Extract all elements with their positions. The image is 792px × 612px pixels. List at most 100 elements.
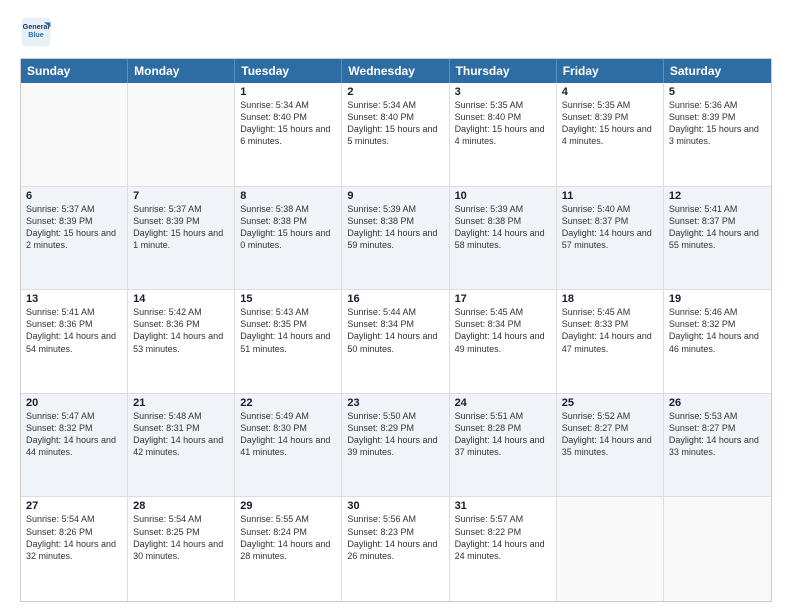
day-number: 18 — [562, 293, 658, 305]
day-info: Sunrise: 5:36 AMSunset: 8:39 PMDaylight:… — [669, 99, 766, 148]
day-header-friday: Friday — [557, 59, 664, 83]
calendar: SundayMondayTuesdayWednesdayThursdayFrid… — [20, 58, 772, 602]
day-cell-30: 30Sunrise: 5:56 AMSunset: 8:23 PMDayligh… — [342, 497, 449, 601]
day-number: 28 — [133, 500, 229, 512]
header: General Blue — [20, 16, 772, 48]
day-number: 30 — [347, 500, 443, 512]
calendar-body: 1Sunrise: 5:34 AMSunset: 8:40 PMDaylight… — [21, 83, 771, 601]
day-header-thursday: Thursday — [450, 59, 557, 83]
day-cell-22: 22Sunrise: 5:49 AMSunset: 8:30 PMDayligh… — [235, 394, 342, 497]
empty-cell — [128, 83, 235, 186]
day-info: Sunrise: 5:57 AMSunset: 8:22 PMDaylight:… — [455, 513, 551, 562]
day-cell-3: 3Sunrise: 5:35 AMSunset: 8:40 PMDaylight… — [450, 83, 557, 186]
day-number: 9 — [347, 190, 443, 202]
day-cell-9: 9Sunrise: 5:39 AMSunset: 8:38 PMDaylight… — [342, 187, 449, 290]
day-number: 13 — [26, 293, 122, 305]
calendar-week-1: 1Sunrise: 5:34 AMSunset: 8:40 PMDaylight… — [21, 83, 771, 187]
svg-text:Blue: Blue — [28, 30, 44, 39]
day-number: 27 — [26, 500, 122, 512]
day-info: Sunrise: 5:37 AMSunset: 8:39 PMDaylight:… — [133, 203, 229, 252]
calendar-week-5: 27Sunrise: 5:54 AMSunset: 8:26 PMDayligh… — [21, 497, 771, 601]
empty-cell — [664, 497, 771, 601]
day-info: Sunrise: 5:45 AMSunset: 8:33 PMDaylight:… — [562, 306, 658, 355]
page: General Blue SundayMondayTuesdayWednesda… — [0, 0, 792, 612]
day-cell-21: 21Sunrise: 5:48 AMSunset: 8:31 PMDayligh… — [128, 394, 235, 497]
day-cell-16: 16Sunrise: 5:44 AMSunset: 8:34 PMDayligh… — [342, 290, 449, 393]
day-info: Sunrise: 5:44 AMSunset: 8:34 PMDaylight:… — [347, 306, 443, 355]
calendar-week-4: 20Sunrise: 5:47 AMSunset: 8:32 PMDayligh… — [21, 394, 771, 498]
day-number: 22 — [240, 397, 336, 409]
day-header-tuesday: Tuesday — [235, 59, 342, 83]
day-number: 4 — [562, 86, 658, 98]
day-number: 6 — [26, 190, 122, 202]
day-number: 14 — [133, 293, 229, 305]
day-info: Sunrise: 5:39 AMSunset: 8:38 PMDaylight:… — [455, 203, 551, 252]
day-header-sunday: Sunday — [21, 59, 128, 83]
day-header-saturday: Saturday — [664, 59, 771, 83]
day-cell-8: 8Sunrise: 5:38 AMSunset: 8:38 PMDaylight… — [235, 187, 342, 290]
day-cell-29: 29Sunrise: 5:55 AMSunset: 8:24 PMDayligh… — [235, 497, 342, 601]
day-cell-6: 6Sunrise: 5:37 AMSunset: 8:39 PMDaylight… — [21, 187, 128, 290]
day-info: Sunrise: 5:55 AMSunset: 8:24 PMDaylight:… — [240, 513, 336, 562]
day-cell-15: 15Sunrise: 5:43 AMSunset: 8:35 PMDayligh… — [235, 290, 342, 393]
logo: General Blue — [20, 16, 52, 48]
day-number: 5 — [669, 86, 766, 98]
day-info: Sunrise: 5:38 AMSunset: 8:38 PMDaylight:… — [240, 203, 336, 252]
day-info: Sunrise: 5:49 AMSunset: 8:30 PMDaylight:… — [240, 410, 336, 459]
day-info: Sunrise: 5:34 AMSunset: 8:40 PMDaylight:… — [240, 99, 336, 148]
day-cell-28: 28Sunrise: 5:54 AMSunset: 8:25 PMDayligh… — [128, 497, 235, 601]
day-number: 24 — [455, 397, 551, 409]
logo-icon: General Blue — [20, 16, 52, 48]
day-number: 11 — [562, 190, 658, 202]
day-info: Sunrise: 5:37 AMSunset: 8:39 PMDaylight:… — [26, 203, 122, 252]
day-cell-12: 12Sunrise: 5:41 AMSunset: 8:37 PMDayligh… — [664, 187, 771, 290]
day-header-monday: Monday — [128, 59, 235, 83]
day-cell-31: 31Sunrise: 5:57 AMSunset: 8:22 PMDayligh… — [450, 497, 557, 601]
day-cell-14: 14Sunrise: 5:42 AMSunset: 8:36 PMDayligh… — [128, 290, 235, 393]
day-info: Sunrise: 5:45 AMSunset: 8:34 PMDaylight:… — [455, 306, 551, 355]
day-number: 16 — [347, 293, 443, 305]
day-cell-18: 18Sunrise: 5:45 AMSunset: 8:33 PMDayligh… — [557, 290, 664, 393]
day-info: Sunrise: 5:52 AMSunset: 8:27 PMDaylight:… — [562, 410, 658, 459]
day-number: 15 — [240, 293, 336, 305]
day-cell-1: 1Sunrise: 5:34 AMSunset: 8:40 PMDaylight… — [235, 83, 342, 186]
day-info: Sunrise: 5:34 AMSunset: 8:40 PMDaylight:… — [347, 99, 443, 148]
day-number: 25 — [562, 397, 658, 409]
day-number: 19 — [669, 293, 766, 305]
day-number: 20 — [26, 397, 122, 409]
day-info: Sunrise: 5:40 AMSunset: 8:37 PMDaylight:… — [562, 203, 658, 252]
day-info: Sunrise: 5:43 AMSunset: 8:35 PMDaylight:… — [240, 306, 336, 355]
day-info: Sunrise: 5:42 AMSunset: 8:36 PMDaylight:… — [133, 306, 229, 355]
day-cell-19: 19Sunrise: 5:46 AMSunset: 8:32 PMDayligh… — [664, 290, 771, 393]
day-cell-2: 2Sunrise: 5:34 AMSunset: 8:40 PMDaylight… — [342, 83, 449, 186]
day-info: Sunrise: 5:54 AMSunset: 8:26 PMDaylight:… — [26, 513, 122, 562]
day-number: 3 — [455, 86, 551, 98]
day-number: 23 — [347, 397, 443, 409]
calendar-header: SundayMondayTuesdayWednesdayThursdayFrid… — [21, 59, 771, 83]
day-cell-11: 11Sunrise: 5:40 AMSunset: 8:37 PMDayligh… — [557, 187, 664, 290]
day-header-wednesday: Wednesday — [342, 59, 449, 83]
day-info: Sunrise: 5:39 AMSunset: 8:38 PMDaylight:… — [347, 203, 443, 252]
day-number: 7 — [133, 190, 229, 202]
day-number: 21 — [133, 397, 229, 409]
day-cell-17: 17Sunrise: 5:45 AMSunset: 8:34 PMDayligh… — [450, 290, 557, 393]
day-number: 17 — [455, 293, 551, 305]
day-cell-20: 20Sunrise: 5:47 AMSunset: 8:32 PMDayligh… — [21, 394, 128, 497]
day-info: Sunrise: 5:48 AMSunset: 8:31 PMDaylight:… — [133, 410, 229, 459]
calendar-week-2: 6Sunrise: 5:37 AMSunset: 8:39 PMDaylight… — [21, 187, 771, 291]
day-cell-7: 7Sunrise: 5:37 AMSunset: 8:39 PMDaylight… — [128, 187, 235, 290]
day-number: 12 — [669, 190, 766, 202]
day-cell-25: 25Sunrise: 5:52 AMSunset: 8:27 PMDayligh… — [557, 394, 664, 497]
day-number: 2 — [347, 86, 443, 98]
day-cell-27: 27Sunrise: 5:54 AMSunset: 8:26 PMDayligh… — [21, 497, 128, 601]
day-number: 8 — [240, 190, 336, 202]
day-info: Sunrise: 5:46 AMSunset: 8:32 PMDaylight:… — [669, 306, 766, 355]
day-cell-26: 26Sunrise: 5:53 AMSunset: 8:27 PMDayligh… — [664, 394, 771, 497]
day-info: Sunrise: 5:41 AMSunset: 8:36 PMDaylight:… — [26, 306, 122, 355]
day-info: Sunrise: 5:56 AMSunset: 8:23 PMDaylight:… — [347, 513, 443, 562]
day-info: Sunrise: 5:41 AMSunset: 8:37 PMDaylight:… — [669, 203, 766, 252]
day-cell-4: 4Sunrise: 5:35 AMSunset: 8:39 PMDaylight… — [557, 83, 664, 186]
day-cell-10: 10Sunrise: 5:39 AMSunset: 8:38 PMDayligh… — [450, 187, 557, 290]
empty-cell — [21, 83, 128, 186]
day-number: 26 — [669, 397, 766, 409]
